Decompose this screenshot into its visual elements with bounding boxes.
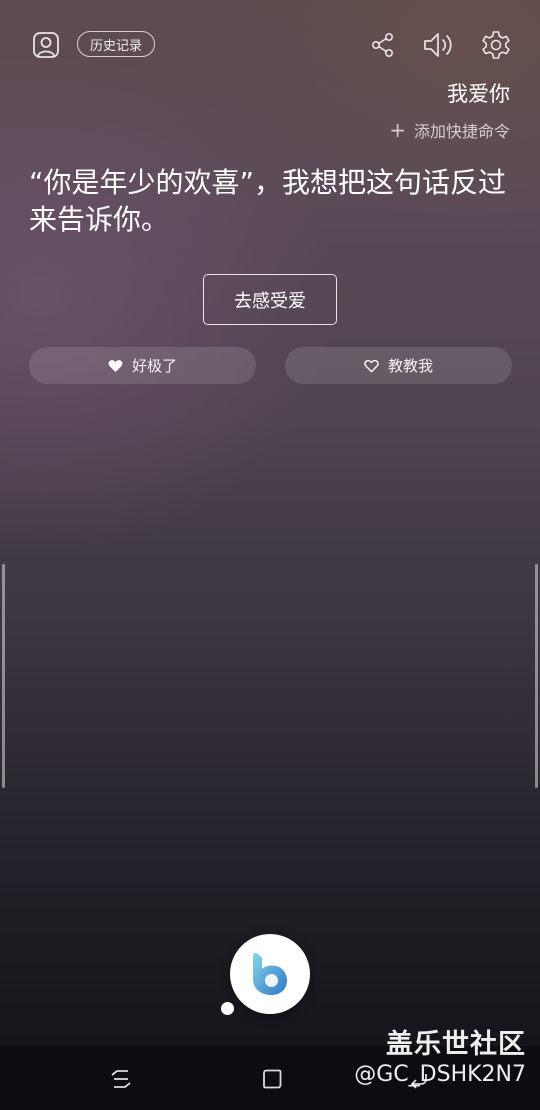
listening-indicator xyxy=(221,1002,234,1015)
watermark-user-id: @GC_DSHK2N7 xyxy=(354,1062,526,1087)
share-icon[interactable] xyxy=(369,31,397,59)
feel-love-button[interactable]: 去感受爱 xyxy=(203,274,337,325)
edge-panel-handle-left[interactable] xyxy=(2,564,5,788)
history-label: 历史记录 xyxy=(89,38,142,54)
bixby-logo-icon xyxy=(253,952,287,995)
watermark-title: 盖乐世社区 xyxy=(386,1029,526,1060)
bixby-voice-button[interactable] xyxy=(230,934,310,1014)
feel-love-label: 去感受爱 xyxy=(234,290,306,312)
bixby-response: “你是年少的欢喜”，我想把这句话反过来告诉你。 xyxy=(29,166,507,236)
edge-panel-handle-right[interactable] xyxy=(535,564,538,788)
home-icon[interactable] xyxy=(257,1064,287,1094)
add-shortcut-label: 添加快捷命令 xyxy=(413,122,510,141)
plus-icon: + xyxy=(389,118,406,142)
heart-outline-icon xyxy=(364,359,379,373)
account-icon[interactable] xyxy=(30,29,62,61)
volume-icon[interactable] xyxy=(422,29,456,61)
settings-icon[interactable] xyxy=(479,28,513,62)
user-query: 我爱你 xyxy=(447,82,510,106)
feedback-teach-button[interactable]: 教教我 xyxy=(285,347,512,384)
history-button[interactable]: 历史记录 xyxy=(77,31,155,57)
add-shortcut-button[interactable]: + 添加快捷命令 xyxy=(389,118,510,142)
recent-apps-icon[interactable] xyxy=(106,1064,136,1094)
feedback-teach-label: 教教我 xyxy=(387,357,433,375)
feedback-great-button[interactable]: 好极了 xyxy=(29,347,256,384)
heart-filled-icon xyxy=(108,359,123,373)
feedback-great-label: 好极了 xyxy=(131,357,177,375)
bixby-screen: 历史记录 我爱你 + 添加快捷命令 “你是年少的欢喜”，我想把这句话反过来告诉你… xyxy=(0,0,540,1110)
